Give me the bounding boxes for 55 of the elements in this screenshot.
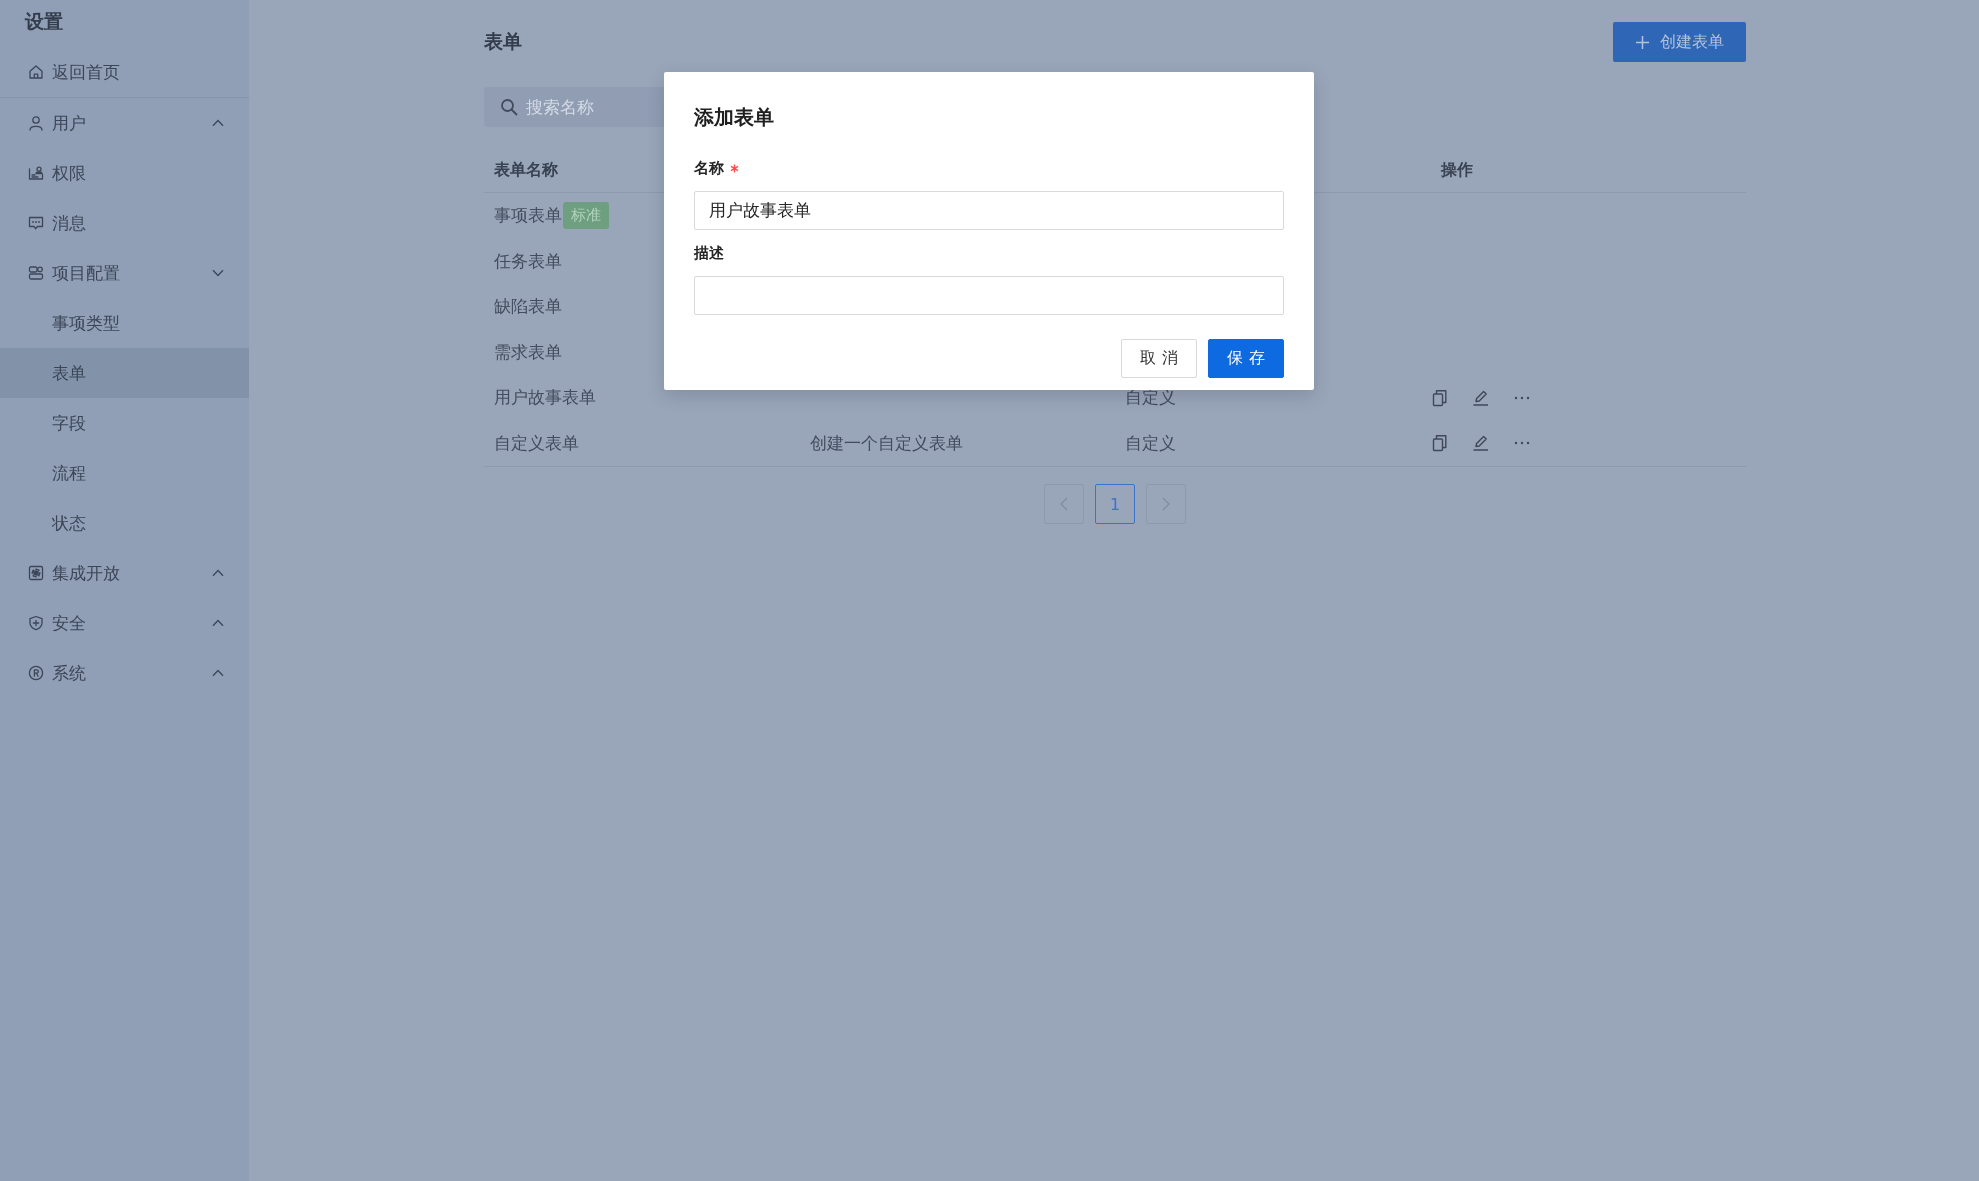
copy-icon[interactable] — [1430, 388, 1449, 407]
page-title: 表单 — [484, 29, 522, 54]
column-header: 表单名称 — [493, 159, 558, 181]
sidebar-item[interactable]: 用户 — [0, 98, 249, 148]
text-input[interactable] — [694, 276, 1284, 315]
sidebar-subitem[interactable]: 表单 — [0, 348, 249, 398]
sidebar-item[interactable]: 权限 — [0, 148, 249, 198]
table-cell: 需求表单 — [494, 340, 562, 364]
sidebar-item[interactable]: 系统 — [0, 648, 249, 698]
sidebar-subitem[interactable]: 流程 — [0, 448, 249, 498]
pinwheel-icon — [28, 565, 44, 581]
chevron-left-icon — [1060, 497, 1068, 511]
sidebar-item[interactable]: 集成开放 — [0, 548, 249, 598]
sidebar-subitem[interactable]: 字段 — [0, 398, 249, 448]
sidebar-subitem[interactable]: 事项类型 — [0, 298, 249, 348]
table-cell: 创建一个自定义表单 — [809, 431, 963, 455]
shield-plus-icon — [28, 615, 44, 631]
table-cell: 自定义表单 — [494, 431, 579, 455]
home-icon — [28, 64, 44, 80]
table-cell: 缺陷表单 — [494, 295, 562, 319]
profile-card-icon — [28, 265, 44, 281]
sidebar-item[interactable]: 安全 — [0, 598, 249, 648]
copy-icon[interactable] — [1430, 434, 1449, 453]
sidebar-item[interactable]: 项目配置 — [0, 248, 249, 298]
sidebar-title: 设置 — [23, 9, 64, 34]
dialog-title: 添加表单 — [694, 105, 775, 129]
type-tag: 标准 — [563, 202, 609, 230]
field-label: 名称 — [694, 158, 724, 178]
chevron-right-icon — [1162, 497, 1170, 511]
plus-icon — [1635, 34, 1650, 50]
column-header: 操作 — [1439, 159, 1473, 181]
sidebar-item[interactable]: 返回首页 — [0, 47, 249, 97]
registered-icon — [28, 665, 44, 681]
table-cell: 事项表单 — [494, 204, 562, 228]
sidebar-item[interactable]: 消息 — [0, 198, 249, 248]
user-icon — [28, 115, 44, 131]
table-cell: 自定义 — [1125, 386, 1176, 410]
more-icon[interactable] — [1512, 395, 1531, 400]
more-icon[interactable] — [1512, 441, 1531, 446]
edit-icon[interactable] — [1471, 388, 1490, 407]
page-button[interactable]: 1 — [1095, 484, 1135, 524]
cancel-button[interactable]: 取 消 — [1121, 339, 1197, 378]
chat-icon — [28, 215, 44, 231]
search-field[interactable]: 搜索名称 — [484, 87, 664, 127]
text-input[interactable]: 用户故事表单 — [694, 191, 1284, 230]
edit-icon[interactable] — [1471, 434, 1490, 453]
table-cell: 自定义 — [1125, 431, 1176, 455]
search-icon — [500, 98, 518, 116]
table-cell: 用户故事表单 — [494, 386, 596, 410]
save-button[interactable]: 保 存 — [1208, 339, 1284, 378]
sidebar-subitem[interactable]: 状态 — [0, 498, 249, 548]
id-card-icon — [28, 165, 44, 181]
table-cell: 任务表单 — [494, 249, 562, 273]
field-label: 描述 — [694, 243, 724, 263]
create-form-button[interactable]: 创建表单 — [1613, 22, 1746, 62]
